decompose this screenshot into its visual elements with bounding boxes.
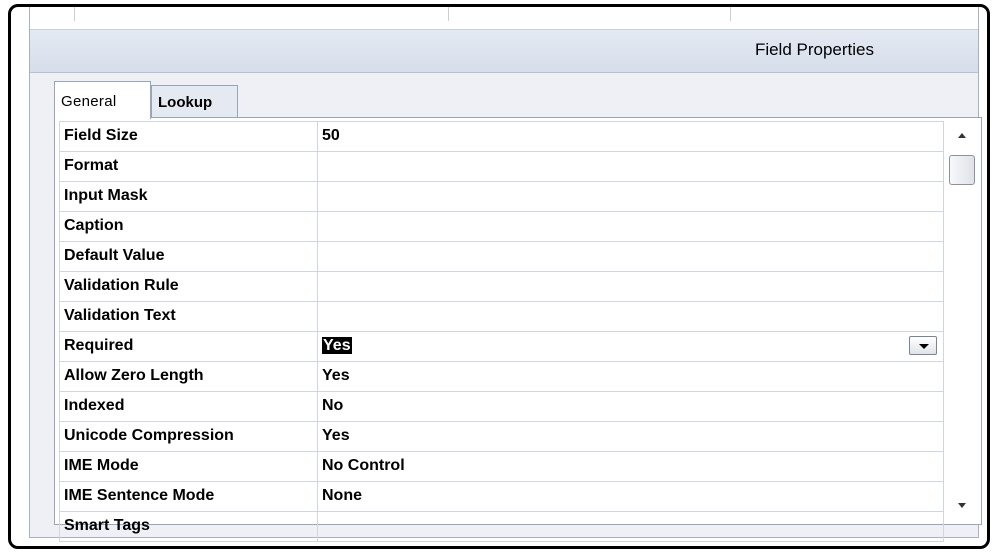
scroll-thumb[interactable] xyxy=(949,155,975,185)
property-name: Field Size xyxy=(60,122,318,151)
property-row-format[interactable]: Format xyxy=(60,152,944,182)
property-grid: Field Size 50 Format Input Mask Caption … xyxy=(59,121,944,542)
property-value-validation-rule[interactable] xyxy=(318,272,944,301)
property-row-ime-mode[interactable]: IME Mode No Control xyxy=(60,452,944,482)
property-value-allow-zero-length[interactable]: Yes xyxy=(318,362,944,391)
property-name: Allow Zero Length xyxy=(60,362,318,391)
property-row-allow-zero-length[interactable]: Allow Zero Length Yes xyxy=(60,362,944,392)
scroll-up-button[interactable] xyxy=(947,121,977,149)
property-name: Validation Rule xyxy=(60,272,318,301)
property-row-caption[interactable]: Caption xyxy=(60,212,944,242)
scroll-down-arrow-icon xyxy=(958,503,966,508)
property-row-input-mask[interactable]: Input Mask xyxy=(60,182,944,212)
property-value-default-value[interactable] xyxy=(318,242,944,271)
field-properties-title: Field Properties xyxy=(754,40,874,59)
property-value-validation-text[interactable] xyxy=(318,302,944,331)
property-row-validation-rule[interactable]: Validation Rule xyxy=(60,272,944,302)
vertical-scrollbar[interactable] xyxy=(947,121,977,521)
column-divider xyxy=(448,7,449,21)
table-design-pane: Field Properties General Lookup Field Si… xyxy=(29,7,982,542)
property-name: IME Mode xyxy=(60,452,318,481)
property-row-unicode-compression[interactable]: Unicode Compression Yes xyxy=(60,422,944,452)
field-grid-strip xyxy=(30,7,978,30)
property-name: Validation Text xyxy=(60,302,318,331)
property-value-indexed[interactable]: No xyxy=(318,392,944,421)
selected-value-text[interactable]: Yes xyxy=(322,337,352,354)
property-name: IME Sentence Mode xyxy=(60,482,318,511)
tab-general[interactable]: General xyxy=(54,81,151,119)
column-divider xyxy=(74,7,75,21)
property-name: Required xyxy=(60,332,318,361)
property-row-field-size[interactable]: Field Size 50 xyxy=(60,122,944,152)
property-value-unicode-compression[interactable]: Yes xyxy=(318,422,944,451)
column-divider xyxy=(730,7,731,21)
property-row-ime-sentence-mode[interactable]: IME Sentence Mode None xyxy=(60,482,944,512)
tab-lookup[interactable]: Lookup xyxy=(151,85,238,117)
property-value-ime-sentence-mode[interactable]: None xyxy=(318,482,944,511)
property-value-required[interactable]: Yes xyxy=(318,332,944,361)
property-name: Indexed xyxy=(60,392,318,421)
property-value-format[interactable] xyxy=(318,152,944,181)
property-value-input-mask[interactable] xyxy=(318,182,944,211)
property-row-required[interactable]: Required Yes xyxy=(60,332,944,362)
property-sheet: Field Size 50 Format Input Mask Caption … xyxy=(54,117,982,542)
window-frame: Field Properties General Lookup Field Si… xyxy=(8,4,990,549)
property-row-validation-text[interactable]: Validation Text xyxy=(60,302,944,332)
property-name: Smart Tags xyxy=(60,512,318,541)
scroll-down-button[interactable] xyxy=(947,493,977,521)
chevron-down-icon xyxy=(919,344,929,349)
property-name: Default Value xyxy=(60,242,318,271)
property-row-smart-tags[interactable]: Smart Tags xyxy=(60,512,944,542)
property-name: Format xyxy=(60,152,318,181)
property-value-field-size[interactable]: 50 xyxy=(318,122,944,151)
property-value-ime-mode[interactable]: No Control xyxy=(318,452,944,481)
scroll-up-arrow-icon xyxy=(958,133,966,138)
required-dropdown-button[interactable] xyxy=(909,336,937,355)
property-value-caption[interactable] xyxy=(318,212,944,241)
property-value-smart-tags[interactable] xyxy=(318,512,944,541)
field-properties-header: Field Properties xyxy=(30,30,978,73)
property-name: Unicode Compression xyxy=(60,422,318,451)
property-row-indexed[interactable]: Indexed No xyxy=(60,392,944,422)
property-name: Caption xyxy=(60,212,318,241)
property-name: Input Mask xyxy=(60,182,318,211)
property-row-default-value[interactable]: Default Value xyxy=(60,242,944,272)
